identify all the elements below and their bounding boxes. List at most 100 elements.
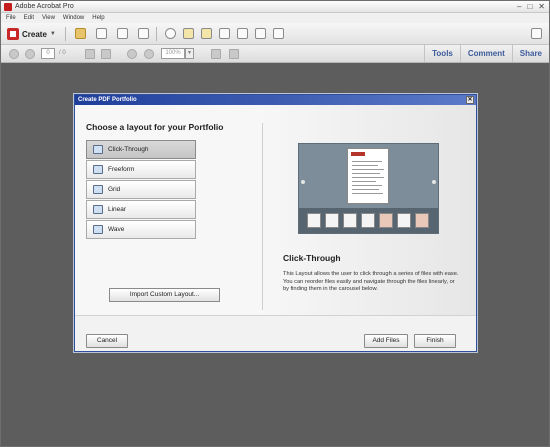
panel-divider bbox=[262, 123, 263, 310]
wave-layout-icon bbox=[93, 225, 103, 234]
page-count: / 0 bbox=[59, 50, 66, 56]
save-icon[interactable] bbox=[96, 28, 107, 39]
zoom-input[interactable]: 100% bbox=[161, 48, 185, 59]
cancel-button[interactable]: Cancel bbox=[86, 334, 128, 348]
task-pane-tabs: Tools Comment Share bbox=[424, 45, 549, 62]
layout-heading: Choose a layout for your Portfolio bbox=[86, 122, 224, 132]
preview-text-line bbox=[352, 165, 378, 166]
page-number-input[interactable]: 0 bbox=[41, 48, 55, 59]
layout-option-wave[interactable]: Wave bbox=[86, 220, 196, 239]
preview-text-line bbox=[352, 185, 382, 186]
layout-option-label: Linear bbox=[108, 206, 127, 213]
carousel-thumbnail bbox=[415, 213, 429, 228]
dialog-title-bar: Create PDF Portfolio ✕ bbox=[75, 95, 476, 105]
layout-option-label: Grid bbox=[108, 186, 121, 193]
add-files-button[interactable]: Add Files bbox=[364, 334, 408, 348]
preview-text-line bbox=[352, 189, 379, 190]
open-folder-icon[interactable] bbox=[75, 28, 86, 39]
hand-tool-icon[interactable] bbox=[101, 49, 111, 59]
acrobat-window: Adobe Acrobat Pro – □ ✕ File Edit View W… bbox=[0, 0, 550, 447]
freeform-layout-icon bbox=[93, 165, 103, 174]
create-portfolio-dialog: Create PDF Portfolio ✕ Choose a layout f… bbox=[74, 94, 477, 352]
export-icon[interactable] bbox=[237, 28, 248, 39]
tab-share[interactable]: Share bbox=[511, 45, 549, 62]
fit-width-icon[interactable] bbox=[229, 49, 239, 59]
preview-document bbox=[347, 148, 389, 204]
tab-tools[interactable]: Tools bbox=[424, 45, 460, 62]
expand-icon[interactable] bbox=[531, 28, 542, 39]
share-document-icon[interactable] bbox=[255, 28, 266, 39]
zoom-out-icon[interactable] bbox=[127, 49, 137, 59]
preview-text-line bbox=[352, 173, 380, 174]
selected-layout-name: Click-Through bbox=[283, 253, 341, 263]
grid-layout-icon bbox=[93, 185, 103, 194]
zoom-in-icon[interactable] bbox=[144, 49, 154, 59]
preview-text-line bbox=[352, 193, 383, 194]
minimize-button[interactable]: – bbox=[517, 2, 521, 12]
preview-prev-dot bbox=[301, 180, 305, 184]
click-through-layout-icon bbox=[93, 145, 103, 154]
email-icon[interactable] bbox=[138, 28, 149, 39]
acrobat-logo-icon bbox=[4, 3, 12, 11]
layout-option-label: Wave bbox=[108, 226, 125, 233]
title-bar: Adobe Acrobat Pro – □ ✕ bbox=[1, 1, 549, 13]
layout-option-label: Freeform bbox=[108, 166, 135, 173]
layout-option-freeform[interactable]: Freeform bbox=[86, 160, 196, 179]
navigation-toolbar: 0 / 0 100% ▼ Tools Comment Share bbox=[1, 45, 549, 63]
preview-carousel bbox=[299, 208, 438, 233]
comment-icon[interactable] bbox=[183, 28, 194, 39]
layout-option-grid[interactable]: Grid bbox=[86, 180, 196, 199]
maximize-button[interactable]: □ bbox=[527, 2, 532, 12]
preview-text-line bbox=[352, 161, 382, 162]
menu-edit[interactable]: Edit bbox=[24, 15, 34, 21]
layout-list: Click-Through Freeform Grid Linear Wave bbox=[86, 140, 196, 240]
carousel-thumbnail bbox=[361, 213, 375, 228]
fit-page-icon[interactable] bbox=[211, 49, 221, 59]
preview-document-header bbox=[351, 152, 365, 156]
carousel-thumbnail bbox=[379, 213, 393, 228]
preview-text-line bbox=[352, 177, 384, 178]
attach-icon[interactable] bbox=[219, 28, 230, 39]
layout-option-linear[interactable]: Linear bbox=[86, 200, 196, 219]
window-controls: – □ ✕ bbox=[517, 2, 545, 12]
carousel-thumbnail bbox=[307, 213, 321, 228]
tab-comment[interactable]: Comment bbox=[459, 45, 512, 62]
stamp-icon[interactable] bbox=[201, 28, 212, 39]
linear-layout-icon bbox=[93, 205, 103, 214]
menu-bar: File Edit View Window Help bbox=[1, 13, 549, 23]
window-title: Adobe Acrobat Pro bbox=[15, 3, 74, 10]
dialog-footer: Cancel Add Files Finish bbox=[75, 315, 476, 351]
selected-layout-description: This Layout allows the user to click thr… bbox=[283, 271, 459, 292]
carousel-thumbnail bbox=[325, 213, 339, 228]
menu-help[interactable]: Help bbox=[92, 15, 104, 21]
dialog-title: Create PDF Portfolio bbox=[78, 97, 137, 103]
sign-icon[interactable] bbox=[273, 28, 284, 39]
menu-view[interactable]: View bbox=[42, 15, 55, 21]
zoom-dropdown-icon[interactable]: ▼ bbox=[185, 48, 194, 59]
print-icon[interactable] bbox=[117, 28, 128, 39]
settings-gear-icon[interactable] bbox=[165, 28, 176, 39]
next-page-icon[interactable] bbox=[25, 49, 35, 59]
create-button[interactable]: Create ▼ bbox=[7, 27, 56, 41]
import-custom-layout-button[interactable]: Import Custom Layout... bbox=[109, 288, 220, 302]
previous-page-icon[interactable] bbox=[9, 49, 19, 59]
layout-option-click-through[interactable]: Click-Through bbox=[86, 140, 196, 159]
menu-file[interactable]: File bbox=[6, 15, 16, 21]
select-cursor-icon[interactable] bbox=[85, 49, 95, 59]
menu-window[interactable]: Window bbox=[63, 15, 84, 21]
toolbar-divider bbox=[65, 27, 66, 41]
create-icon bbox=[7, 28, 19, 40]
finish-button[interactable]: Finish bbox=[414, 334, 456, 348]
close-window-button[interactable]: ✕ bbox=[538, 2, 545, 12]
carousel-thumbnail bbox=[397, 213, 411, 228]
chevron-down-icon: ▼ bbox=[49, 31, 56, 37]
layout-option-label: Click-Through bbox=[108, 146, 149, 153]
dialog-close-button[interactable]: ✕ bbox=[466, 96, 474, 104]
preview-text-line bbox=[352, 169, 384, 170]
layout-preview-image bbox=[298, 143, 439, 234]
main-toolbar: Create ▼ bbox=[1, 23, 549, 45]
carousel-thumbnail bbox=[343, 213, 357, 228]
toolbar-divider bbox=[156, 27, 157, 41]
create-label: Create bbox=[22, 29, 47, 39]
dialog-body: Choose a layout for your Portfolio Click… bbox=[75, 105, 476, 315]
